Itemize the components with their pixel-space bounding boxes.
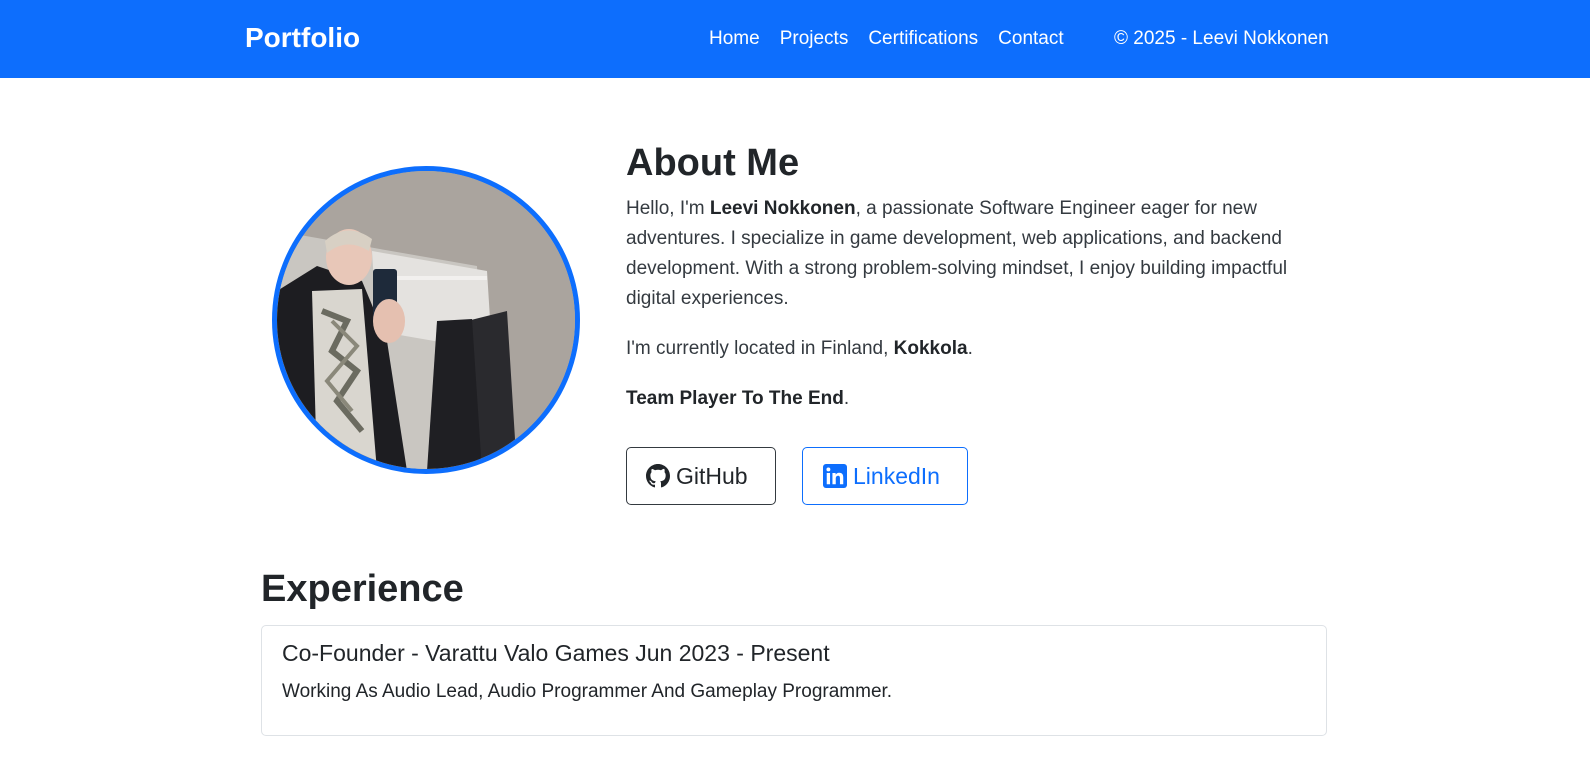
brand-link[interactable]: Portfolio bbox=[245, 20, 360, 56]
intro-prefix: Hello, I'm bbox=[626, 198, 710, 219]
location-suffix: . bbox=[967, 338, 973, 359]
github-icon bbox=[646, 464, 670, 488]
experience-description: Working As Audio Lead, Audio Programmer … bbox=[282, 681, 893, 702]
location-prefix: I'm currently located in Finland, bbox=[626, 338, 894, 359]
top-navbar: Portfolio Home Projects Certifications C… bbox=[0, 0, 1590, 78]
linkedin-label: LinkedIn bbox=[853, 462, 940, 489]
nav-link-contact[interactable]: Contact bbox=[998, 27, 1063, 51]
nav-link-certifications[interactable]: Certifications bbox=[868, 27, 978, 51]
motto-suffix: . bbox=[843, 388, 850, 409]
location-city: Kokkola bbox=[893, 338, 968, 359]
copyright-text: © 2025 - Leevi Nokkonen bbox=[1114, 28, 1329, 49]
nav-link-projects[interactable]: Projects bbox=[780, 27, 849, 51]
intro-name: Leevi Nokkonen bbox=[709, 198, 856, 219]
profile-photo bbox=[272, 166, 580, 474]
experience-heading: Experience bbox=[261, 568, 464, 610]
about-section: About Me Hello, I'm Leevi Nokkonen, a pa… bbox=[626, 138, 1326, 414]
nav-link-home[interactable]: Home bbox=[709, 27, 760, 51]
github-label: GitHub bbox=[676, 462, 748, 489]
github-button[interactable]: GitHub bbox=[626, 447, 776, 505]
about-motto: Team Player To The End. bbox=[626, 384, 1326, 414]
profile-photo-image bbox=[277, 171, 575, 469]
experience-role: Co-Founder - Varattu Valo Games Jun 2023… bbox=[282, 640, 830, 666]
about-heading: About Me bbox=[626, 142, 800, 184]
linkedin-button[interactable]: LinkedIn bbox=[802, 447, 968, 505]
linkedin-icon bbox=[823, 464, 847, 488]
experience-card: Co-Founder - Varattu Valo Games Jun 2023… bbox=[261, 625, 1327, 736]
motto-text: Team Player To The End bbox=[626, 388, 844, 409]
about-intro: Hello, I'm Leevi Nokkonen, a passionate … bbox=[626, 194, 1326, 314]
nav-links: Home Projects Certifications Contact bbox=[709, 27, 1084, 51]
about-location: I'm currently located in Finland, Kokkol… bbox=[626, 334, 1326, 364]
